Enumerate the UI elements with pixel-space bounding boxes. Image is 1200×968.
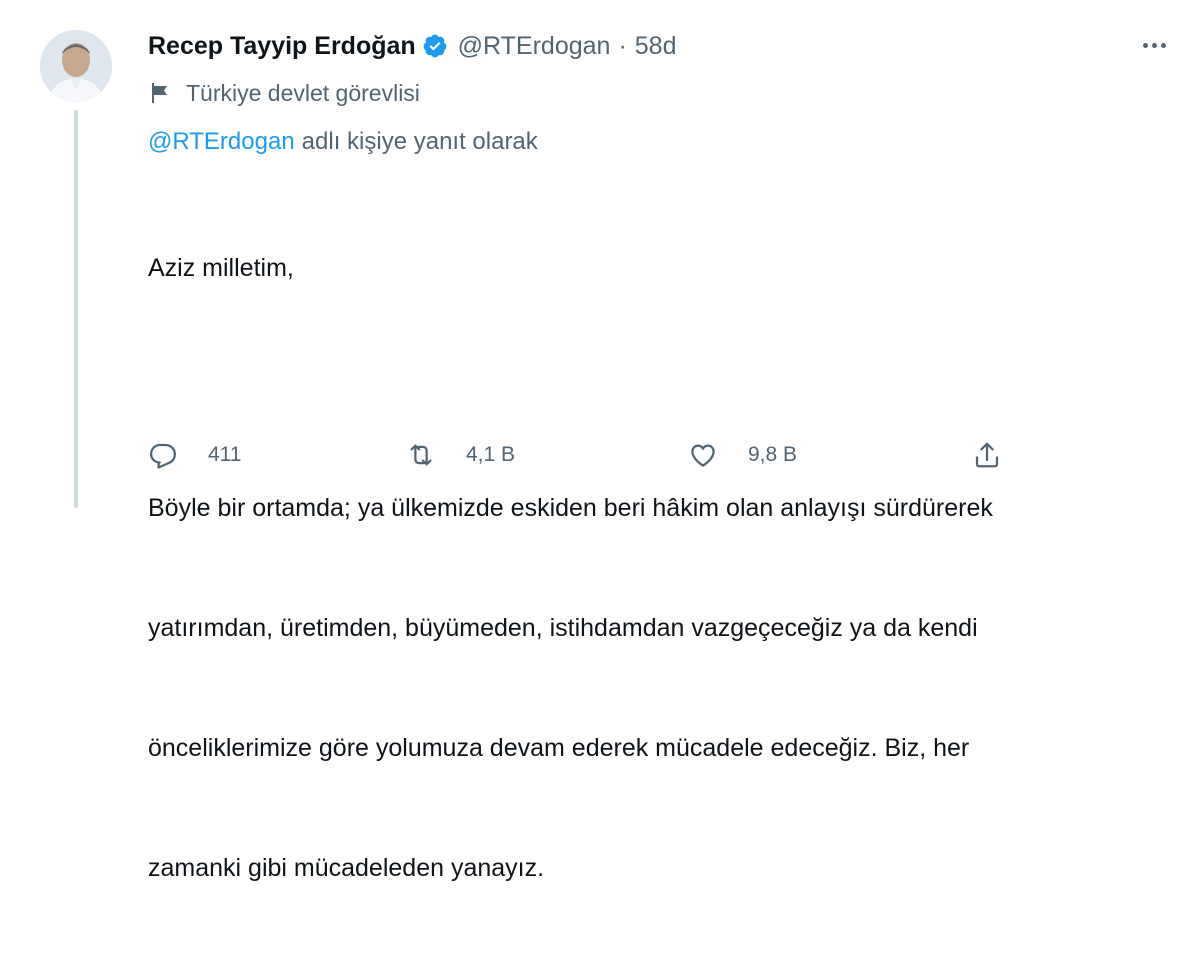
more-dot <box>1142 42 1148 48</box>
tweet-text-line <box>148 368 1188 408</box>
tweet-header: Recep Tayyip Erdoğan @RTErdogan · 58d <box>148 26 677 66</box>
reply-to-handle-link[interactable]: @RTErdogan <box>148 128 295 156</box>
tweet[interactable]: Recep Tayyip Erdoğan @RTErdogan · 58d Tü… <box>0 0 1200 882</box>
author-name[interactable]: Recep Tayyip Erdoğan <box>148 32 416 61</box>
retweet-button[interactable]: 4,1 B <box>406 432 515 478</box>
separator-dot: · <box>618 31 627 60</box>
tweet-text-line: önceliklerimize göre yolumuza devam eder… <box>148 734 970 762</box>
like-button[interactable]: 9,8 B <box>688 432 797 478</box>
like-count: 9,8 B <box>748 443 798 466</box>
share-icon <box>975 442 999 468</box>
flag-icon <box>148 81 172 105</box>
tweet-text-line: Aziz milletim, <box>148 254 294 282</box>
tweet-text-line: zamanki gibi mücadeleden yanayız. <box>148 854 545 882</box>
avatar-portrait-icon <box>40 30 112 102</box>
more-icon[interactable] <box>1132 30 1176 60</box>
tweet-actions: 411 4,1 B 9,8 B <box>148 432 1048 478</box>
reply-context: @RTErdogan adlı kişiye yanıt olarak <box>148 124 538 160</box>
more-dot <box>1160 42 1166 48</box>
heart-icon <box>691 444 715 467</box>
tweet-text-line: Böyle bir ortamda; ya ülkemizde eskiden … <box>148 494 993 522</box>
account-label: Türkiye devlet görevlisi <box>148 76 420 110</box>
share-button[interactable] <box>972 432 1002 478</box>
reply-button[interactable]: 411 <box>148 432 241 478</box>
avatar[interactable] <box>40 30 112 102</box>
retweet-count: 4,1 B <box>466 443 516 466</box>
tweet-text: Aziz milletim, Böyle bir ortamda; ya ülk… <box>148 168 1188 968</box>
verified-badge-icon <box>422 33 448 59</box>
tweet-timestamp[interactable]: 58d <box>635 32 677 61</box>
account-label-text: Türkiye devlet görevlisi <box>186 79 420 106</box>
reply-count: 411 <box>208 443 242 466</box>
retweet-icon <box>410 444 432 466</box>
tweet-text-line: yatırımdan, üretimden, büyümeden, istihd… <box>148 614 978 642</box>
author-handle[interactable]: @RTErdogan <box>458 32 611 61</box>
thread-line <box>74 110 78 508</box>
reply-context-text: adlı kişiye yanıt olarak <box>301 128 538 155</box>
reply-icon <box>150 443 176 469</box>
more-dot <box>1151 42 1157 48</box>
